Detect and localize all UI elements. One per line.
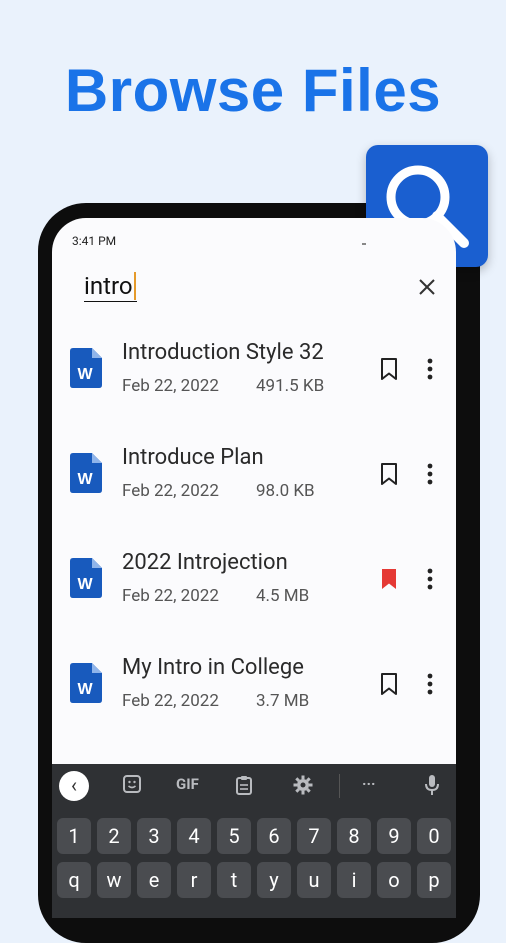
key-q[interactable]: q — [57, 862, 91, 898]
file-size: 491.5 KB — [256, 376, 325, 396]
file-row[interactable]: W 2022 Introjection Feb 22, 2022 4.5 MB — [52, 528, 456, 632]
key-6[interactable]: 6 — [257, 818, 291, 854]
file-date: Feb 22, 2022 — [122, 691, 219, 711]
more-vert-icon[interactable] — [418, 356, 442, 382]
key-u[interactable]: u — [297, 862, 331, 898]
status-indicator — [362, 243, 366, 245]
file-date: Feb 22, 2022 — [122, 481, 219, 501]
key-4[interactable]: 4 — [177, 818, 211, 854]
gear-icon[interactable] — [292, 774, 314, 800]
toolbar-divider — [339, 774, 340, 798]
key-e[interactable]: e — [137, 862, 171, 898]
more-vert-icon[interactable] — [418, 461, 442, 487]
text-caret — [133, 272, 136, 300]
file-row[interactable]: W Introduce Plan Feb 22, 2022 98.0 KB — [52, 423, 456, 527]
bookmark-icon[interactable] — [376, 356, 402, 382]
file-date: Feb 22, 2022 — [122, 376, 219, 396]
gif-button[interactable]: GIF — [176, 775, 199, 793]
file-size: 3.7 MB — [256, 691, 310, 711]
key-y[interactable]: y — [257, 862, 291, 898]
key-p[interactable]: p — [417, 862, 451, 898]
key-1[interactable]: 1 — [57, 818, 91, 854]
phone-screen: 3:41 PM intro W Introduction Style 32 Feb … — [52, 218, 456, 918]
key-2[interactable]: 2 — [97, 818, 131, 854]
search-input[interactable]: intro — [84, 271, 137, 302]
word-document-icon: W — [70, 348, 102, 388]
sticker-icon[interactable] — [122, 774, 142, 798]
key-8[interactable]: 8 — [337, 818, 371, 854]
key-3[interactable]: 3 — [137, 818, 171, 854]
file-size: 98.0 KB — [256, 481, 315, 501]
bookmark-icon[interactable] — [376, 566, 402, 592]
more-vert-icon[interactable] — [418, 566, 442, 592]
file-name: 2022 Introjection — [122, 550, 288, 575]
key-9[interactable]: 9 — [377, 818, 411, 854]
bookmark-icon[interactable] — [376, 671, 402, 697]
keyboard-toolbar: ‹ GIF ··· — [52, 764, 456, 808]
status-time: 3:41 PM — [72, 234, 117, 248]
word-document-icon: W — [70, 453, 102, 493]
file-size: 4.5 MB — [256, 586, 310, 606]
file-date: Feb 22, 2022 — [122, 586, 219, 606]
key-o[interactable]: o — [377, 862, 411, 898]
file-name: Introduce Plan — [122, 445, 264, 470]
file-row[interactable]: W My Intro in College Feb 22, 2022 3.7 MB — [52, 633, 456, 737]
keyboard: ‹ GIF ··· 1234567890 qwertyuiop — [52, 764, 456, 918]
search-query: intro — [84, 272, 133, 300]
file-name: My Intro in College — [122, 655, 304, 680]
key-r[interactable]: r — [177, 862, 211, 898]
key-7[interactable]: 7 — [297, 818, 331, 854]
microphone-icon[interactable] — [424, 774, 440, 800]
key-5[interactable]: 5 — [217, 818, 251, 854]
more-options-button[interactable]: ··· — [362, 775, 376, 793]
more-vert-icon[interactable] — [418, 671, 442, 697]
bookmark-icon[interactable] — [376, 461, 402, 487]
close-icon[interactable] — [414, 274, 440, 300]
clipboard-icon[interactable] — [234, 774, 254, 800]
key-i[interactable]: i — [337, 862, 371, 898]
file-name: Introduction Style 32 — [122, 340, 324, 365]
svg-text:W: W — [77, 366, 93, 383]
key-w[interactable]: w — [97, 862, 131, 898]
keyboard-back-button[interactable]: ‹ — [59, 771, 89, 801]
word-document-icon: W — [70, 558, 102, 598]
svg-text:W: W — [77, 681, 93, 698]
svg-text:W: W — [77, 576, 93, 593]
headline: Browse Files — [64, 57, 442, 124]
svg-text:W: W — [77, 471, 93, 488]
key-t[interactable]: t — [217, 862, 251, 898]
key-0[interactable]: 0 — [417, 818, 451, 854]
file-row[interactable]: W Introduction Style 32 Feb 22, 2022 491.5 … — [52, 318, 456, 422]
word-document-icon: W — [70, 663, 102, 703]
